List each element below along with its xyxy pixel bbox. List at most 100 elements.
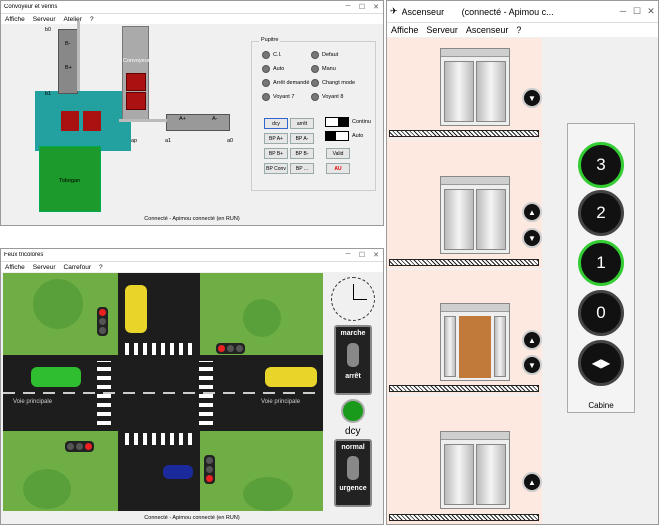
au-button[interactable]: AU [326, 163, 350, 174]
app-icon: ✈ [390, 6, 398, 16]
menu-serveur[interactable]: Serveur [33, 16, 56, 23]
led-label: Auto [273, 66, 285, 72]
marche-arret-switch[interactable]: marche arrêt [334, 325, 372, 395]
pupitre-title: Pupitre [259, 37, 281, 43]
bp-aminus-button[interactable]: BP A- [290, 133, 314, 144]
call-down-button[interactable]: ▼ [522, 228, 542, 248]
led-label: Arrêt demandé [273, 80, 310, 86]
label-b1: b1 [45, 91, 52, 97]
led-label: Changt mode [322, 80, 356, 86]
led-arret [262, 79, 270, 87]
part-3 [61, 111, 79, 131]
cylinder-rod-h [119, 119, 167, 122]
led-defaut [311, 51, 319, 59]
menu-serveur[interactable]: Serveur [33, 264, 56, 271]
bp-bminus-button[interactable]: BP B- [290, 148, 314, 159]
floor-3: ▼ [387, 38, 542, 138]
floor-1: ▲ ▼ [387, 270, 542, 394]
traffic-window: Feux tricolores ─ ☐ ✕ Affiche Serveur Carrefo… [0, 248, 384, 525]
close-button[interactable]: ✕ [369, 251, 383, 259]
toggle-lever [347, 343, 359, 367]
cabin-floor-3-button[interactable]: 3 [578, 142, 624, 188]
auto-label: Auto [352, 133, 364, 139]
switch-top-label: normal [341, 444, 365, 451]
switch-bottom-label: urgence [339, 485, 367, 492]
led-label: Voyant 7 [273, 94, 295, 100]
call-down-button[interactable]: ▼ [522, 355, 542, 375]
cabin-floor-0-button[interactable]: 0 [578, 290, 624, 336]
tree-icon [33, 279, 83, 329]
bp-bplus-button[interactable]: BP B+ [264, 148, 288, 159]
call-up-button[interactable]: ▲ [522, 202, 542, 222]
minimize-button[interactable]: ─ [341, 251, 355, 259]
road-label-west: Voie principale [13, 399, 53, 405]
traffic-light-se [204, 455, 215, 484]
close-button[interactable]: ✕ [369, 3, 383, 11]
menu-ascenseur[interactable]: Ascenseur [466, 25, 509, 35]
bp-extra-button[interactable]: BP ... [290, 163, 314, 174]
call-up-button[interactable]: ▲ [522, 330, 542, 350]
floor-slab [389, 385, 539, 392]
bp-conv-button[interactable]: BP Conv [264, 163, 288, 174]
minimize-button[interactable]: ─ [616, 6, 630, 17]
floor-slab [389, 514, 539, 521]
menu-carrefour[interactable]: Carrefour [64, 264, 91, 271]
cabin-door-button[interactable]: ◀▶ [578, 340, 624, 386]
continu-toggle[interactable] [325, 117, 349, 127]
bp-aplus-button[interactable]: BP A+ [264, 133, 288, 144]
menu-affiche[interactable]: Affiche [5, 16, 25, 23]
close-button[interactable]: ✕ [644, 6, 658, 17]
continu-label: Continu [352, 119, 371, 125]
elevator-door [440, 48, 510, 126]
led-changt [311, 79, 319, 87]
cylinder-rod [77, 21, 80, 91]
arret-button[interactable]: arrêt [290, 118, 314, 129]
led-manu [311, 65, 319, 73]
menu-bar: Affiche Serveur Ascenseur? [387, 23, 658, 37]
window-title: Ascenseur [401, 6, 445, 17]
tree-icon [243, 299, 281, 337]
elevator-door-open [440, 303, 510, 381]
status-bar: Connecté - Apimou connecté (en RUN) [1, 213, 383, 225]
bin-label: Tobogan [59, 178, 81, 184]
menu-bar: Affiche Serveur Carrefour? [1, 262, 383, 272]
cabin-floor-2-button[interactable]: 2 [578, 190, 624, 236]
switch-bottom-label: arrêt [345, 373, 361, 380]
minimize-button[interactable]: ─ [341, 3, 355, 11]
label-a0: a0 [227, 138, 234, 144]
yellow-car-north [125, 285, 147, 333]
maximize-button[interactable]: ☐ [355, 3, 369, 11]
led-label: C.I. [273, 52, 282, 58]
auto-toggle[interactable] [325, 131, 349, 141]
call-up-button[interactable]: ▲ [522, 472, 542, 492]
dcy-button[interactable] [341, 399, 365, 423]
crosswalk-n [125, 343, 193, 355]
switch-top-label: marche [340, 330, 366, 337]
label-bplus: B+ [65, 65, 72, 71]
cabin-floor-1-button[interactable]: 1 [578, 240, 624, 286]
led-voyant7 [262, 93, 270, 101]
valid-button[interactable]: Valid [326, 148, 350, 159]
label-b0: b0 [45, 27, 52, 33]
status-bar: Connecté - Apimou connecté (en RUN) [1, 512, 383, 524]
menu-affiche[interactable]: Affiche [5, 264, 25, 271]
menu-affiche[interactable]: Affiche [391, 25, 418, 35]
maximize-button[interactable]: ☐ [630, 6, 644, 17]
call-down-button[interactable]: ▼ [522, 88, 542, 108]
elevator-door [440, 431, 510, 509]
menu-help[interactable]: ? [90, 16, 94, 23]
menu-help[interactable]: ? [516, 25, 521, 35]
normal-urgence-switch[interactable]: normal urgence [334, 439, 372, 507]
menu-serveur[interactable]: Serveur [426, 25, 458, 35]
traffic-light-nw [97, 307, 108, 336]
menu-help[interactable]: ? [99, 264, 103, 271]
tree-icon [243, 477, 293, 511]
cabin-label: Cabine [588, 401, 614, 410]
dcy-button[interactable]: dcy [264, 118, 288, 129]
intersection-scene: Voie principale Voie principale [3, 273, 323, 511]
maximize-button[interactable]: ☐ [355, 251, 369, 259]
led-label: Manu [322, 66, 336, 72]
green-car [31, 367, 81, 387]
traffic-light-ne [216, 343, 245, 354]
led-label: Defaut [322, 52, 339, 58]
